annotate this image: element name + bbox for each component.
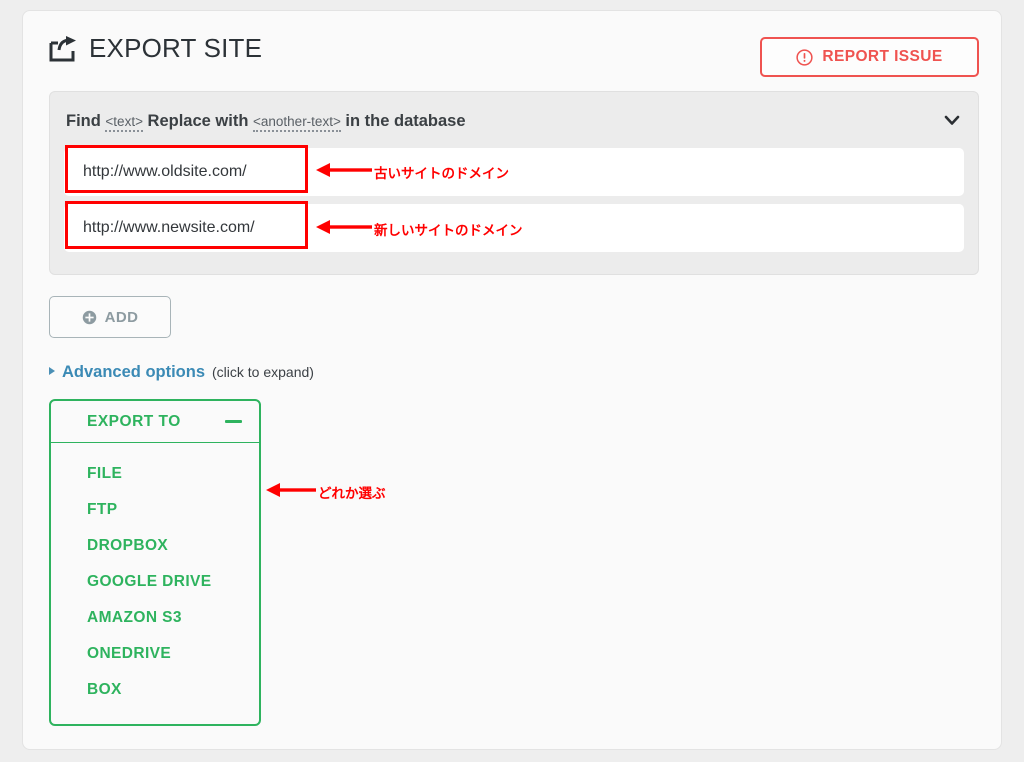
report-issue-label: REPORT ISSUE [822,48,943,65]
replace-label: Replace with [147,112,249,130]
add-button[interactable]: ADD [49,296,171,338]
advanced-options-link[interactable]: Advanced options [62,363,205,382]
triangle-right-icon [49,367,55,375]
export-option-box[interactable]: BOX [51,672,259,708]
export-to-title: EXPORT TO [87,412,181,430]
plus-circle-icon [82,310,97,325]
export-option-dropbox[interactable]: DROPBOX [51,528,259,564]
find-row [64,148,964,196]
export-to-header[interactable]: EXPORT TO [51,401,259,443]
advanced-options[interactable]: Advanced options (click to expand) [49,363,314,382]
export-option-onedrive[interactable]: ONEDRIVE [51,636,259,672]
page-title: EXPORT SITE [89,33,263,63]
share-export-icon [49,35,77,62]
find-input[interactable] [64,148,964,196]
export-option-amazon-s3[interactable]: AMAZON S3 [51,600,259,636]
export-to-panel: EXPORT TO FILE FTP DROPBOX GOOGLE DRIVE … [49,399,261,726]
replace-input[interactable] [64,204,964,252]
find-replace-panel: Find <text> Replace with <another-text> … [49,91,979,275]
add-button-label: ADD [104,308,139,326]
chevron-down-icon[interactable] [942,110,962,130]
export-option-google-drive[interactable]: GOOGLE DRIVE [51,564,259,600]
export-option-file[interactable]: FILE [51,456,259,492]
export-to-list: FILE FTP DROPBOX GOOGLE DRIVE AMAZON S3 … [51,443,259,724]
replace-placeholder-token: <another-text> [253,114,341,132]
find-replace-heading: Find <text> Replace with <another-text> … [66,112,962,132]
export-site-card: EXPORT SITE REPORT ISSUE Find <text> Rep… [22,10,1002,750]
minus-icon[interactable] [225,420,242,423]
find-label: Find [66,112,101,130]
database-suffix: in the database [345,112,466,130]
report-issue-button[interactable]: REPORT ISSUE [760,37,979,77]
advanced-options-hint: (click to expand) [212,364,314,380]
find-placeholder-token: <text> [105,114,143,132]
export-option-ftp[interactable]: FTP [51,492,259,528]
find-replace-rows [64,148,964,252]
replace-row [64,204,964,252]
page-header: EXPORT SITE [49,33,262,64]
exclamation-circle-icon [796,48,814,66]
